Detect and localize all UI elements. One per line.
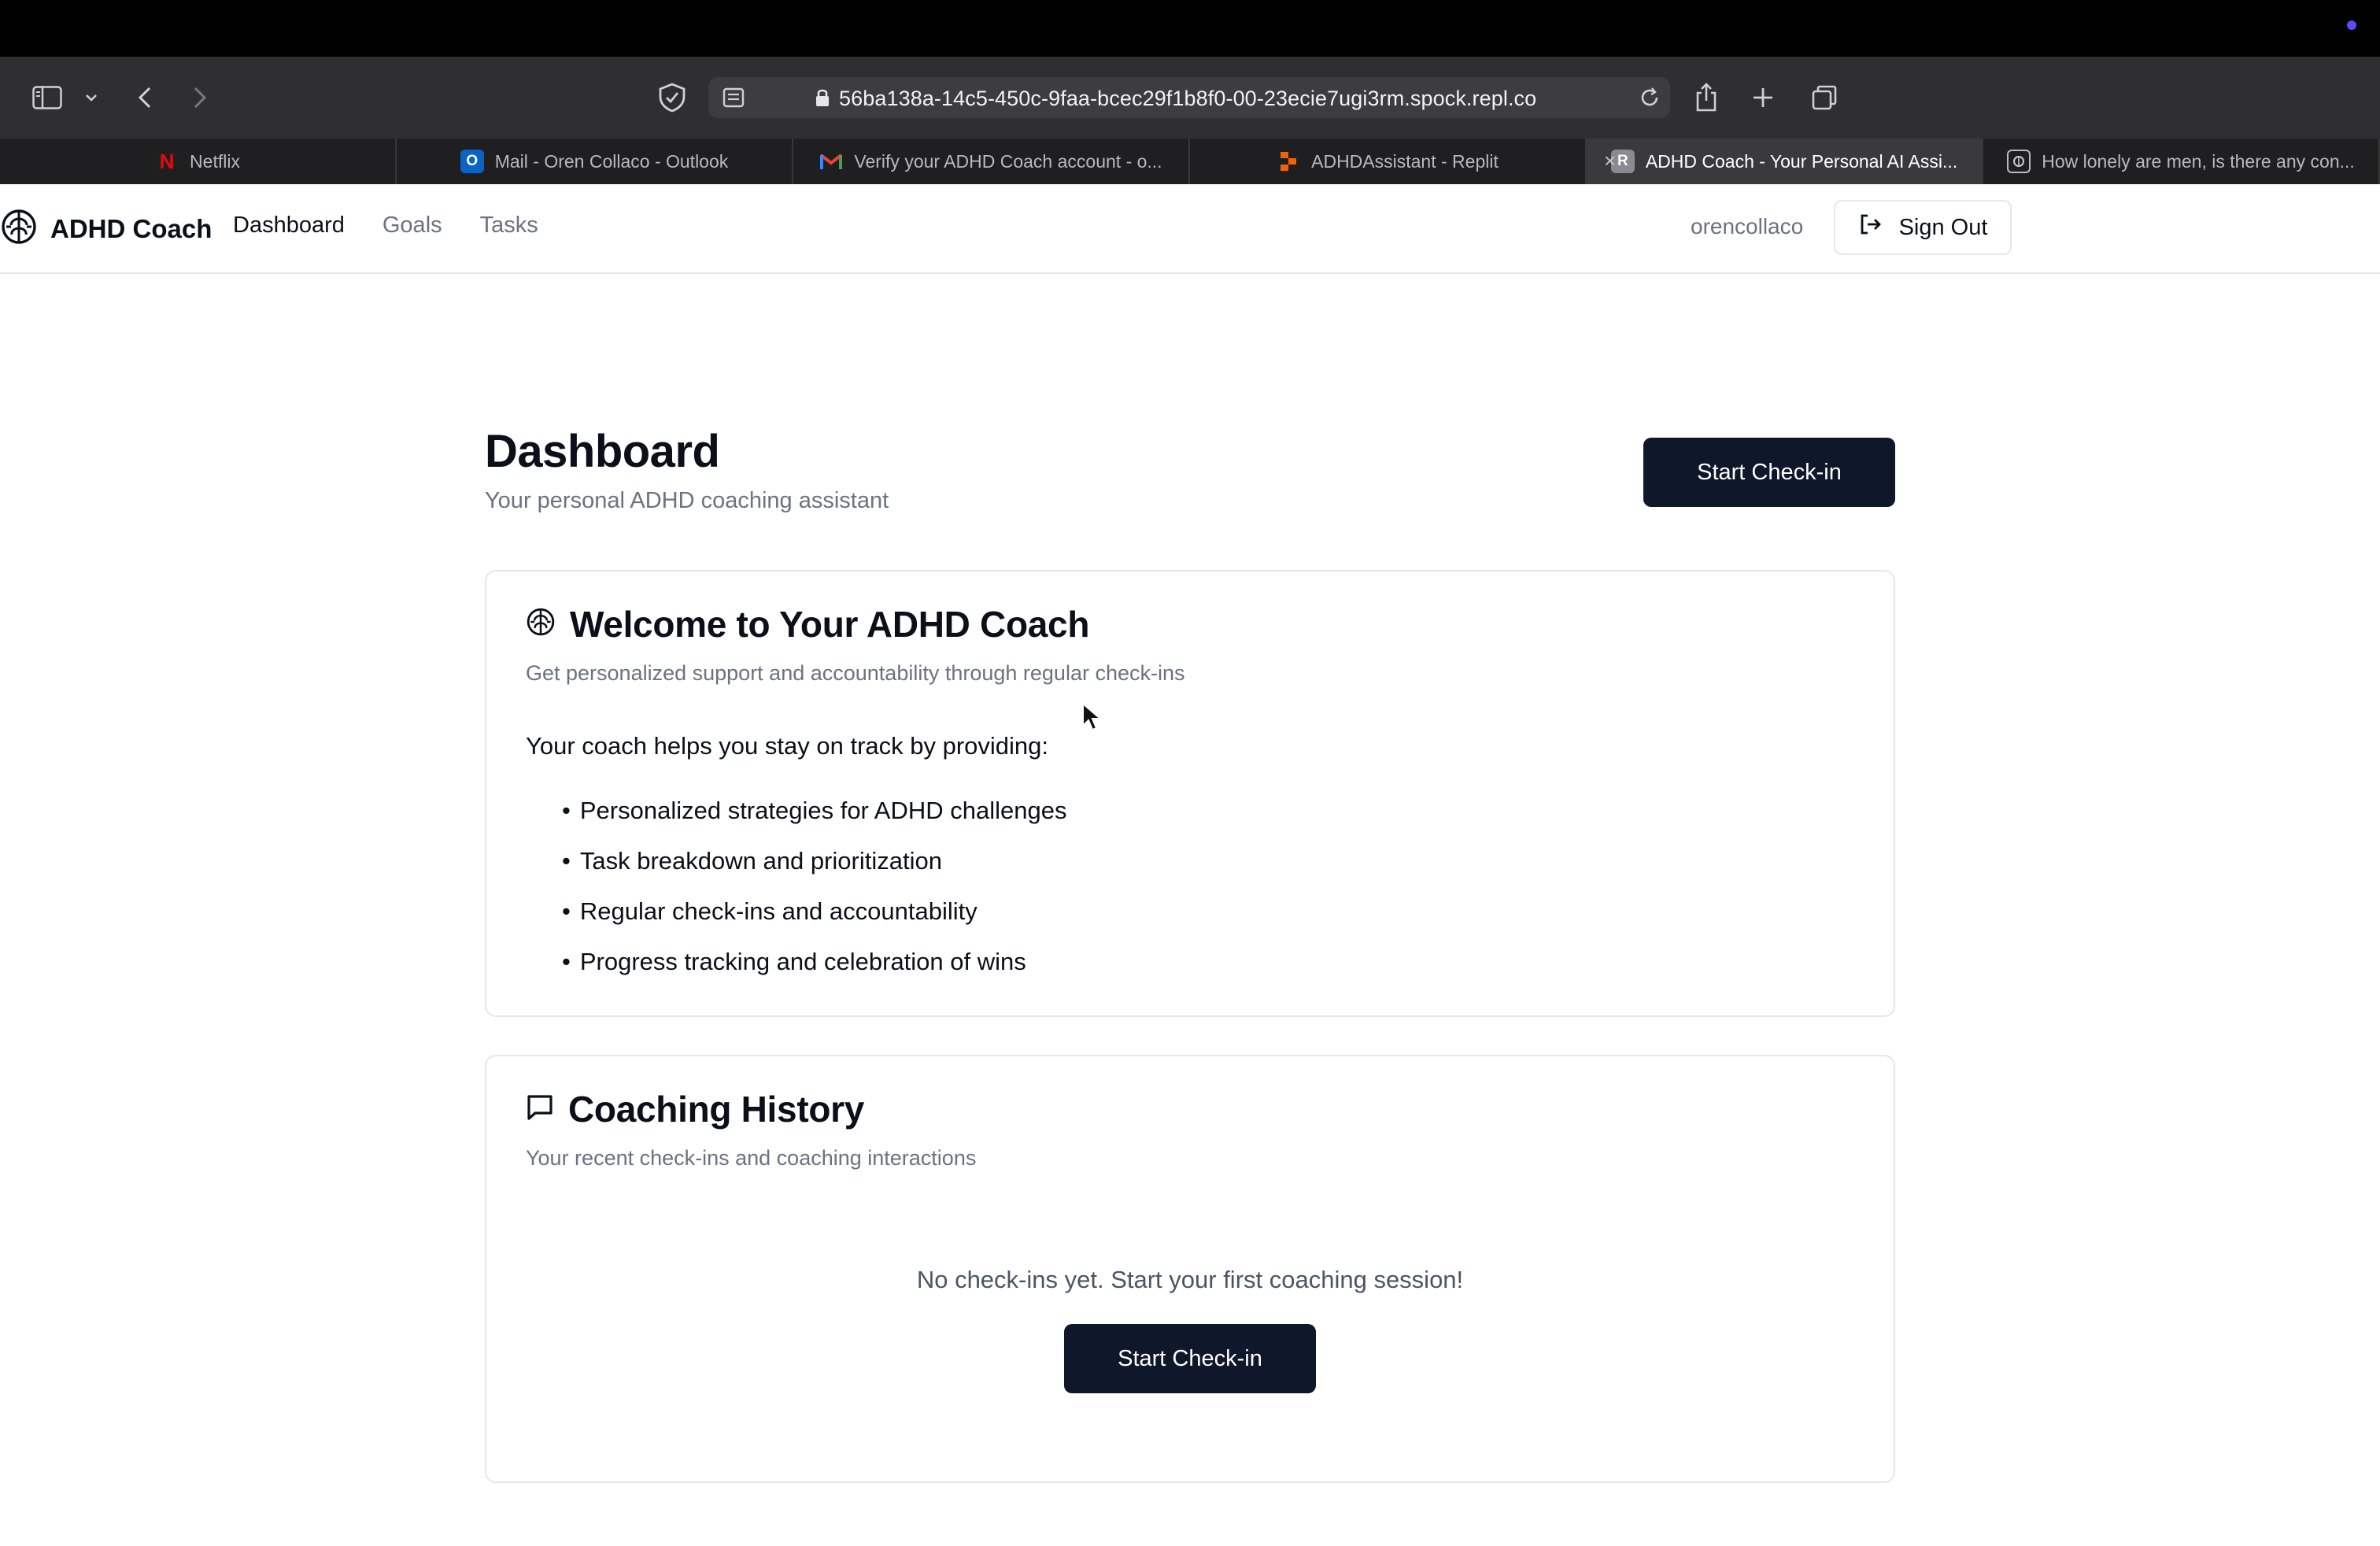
welcome-intro: Your coach helps you stay on track by pr… [526, 732, 1049, 760]
tab-outlook[interactable]: O Mail - Oren Collaco - Outlook [397, 139, 793, 184]
reload-icon[interactable] [1632, 80, 1667, 115]
nav-dashboard[interactable]: Dashboard [233, 213, 345, 239]
welcome-card: Welcome to Your ADHD Coach Get personali… [485, 570, 1895, 1017]
nav-tasks[interactable]: Tasks [480, 213, 538, 239]
history-card-title: Coaching History [526, 1088, 864, 1130]
replit-icon [1277, 150, 1300, 173]
welcome-title-text: Welcome to Your ADHD Coach [570, 604, 1090, 645]
netflix-icon: N [155, 150, 179, 173]
address-bar[interactable]: 56ba138a-14c5-450c-9faa-bcec29f1b8f0-00-… [708, 77, 1670, 118]
empty-state-message: No check-ins yet. Start your first coach… [916, 1266, 1464, 1293]
mouse-cursor-icon [1081, 701, 1103, 736]
page-subtitle: Your personal ADHD coaching assistant [485, 488, 889, 513]
list-item: Personalized strategies for ADHD challen… [562, 786, 1067, 836]
history-card-description: Your recent check-ins and coaching inter… [526, 1146, 977, 1170]
brand[interactable]: ADHD Coach [0, 208, 212, 250]
brand-name: ADHD Coach [50, 213, 213, 243]
forward-icon[interactable] [183, 80, 217, 115]
tab-overview-icon[interactable] [1807, 80, 1842, 115]
new-tab-icon[interactable] [1746, 80, 1780, 115]
tab-bar: N Netflix O Mail - Oren Collaco - Outloo… [0, 139, 2380, 184]
page-title: Dashboard [485, 426, 720, 477]
tab-adhd-coach[interactable]: × R ADHD Coach - Your Personal AI Assi..… [1587, 139, 1983, 184]
feature-list: Personalized strategies for ADHD challen… [562, 786, 1067, 987]
tab-label: Netflix [190, 150, 240, 172]
close-tab-icon[interactable]: × [1604, 149, 1616, 173]
username: orencollaco [1691, 214, 1804, 239]
outlook-icon: O [460, 150, 484, 173]
list-item: Progress tracking and celebration of win… [562, 937, 1066, 987]
tab-article[interactable]: How lonely are men, is there any con... [1983, 139, 2380, 184]
gmail-icon [819, 150, 843, 173]
start-checkin-button[interactable]: Start Check-in [1643, 438, 1895, 507]
chevron-down-icon[interactable] [76, 80, 107, 115]
message-square-icon [526, 1088, 554, 1130]
sign-out-label: Sign Out [1898, 214, 1988, 240]
back-icon[interactable] [128, 80, 162, 115]
start-checkin-button-secondary[interactable]: Start Check-in [1064, 1324, 1316, 1393]
tab-replit[interactable]: ADHDAssistant - Replit [1190, 139, 1587, 184]
page-settings-icon[interactable] [716, 80, 751, 115]
tab-gmail[interactable]: Verify your ADHD Coach account - o... [793, 139, 1190, 184]
welcome-card-description: Get personalized support and accountabil… [526, 661, 1185, 685]
status-dot-icon [2347, 20, 2356, 30]
sign-out-icon [1858, 213, 1882, 242]
list-item: Regular check-ins and accountability [562, 886, 1066, 937]
lock-icon [811, 80, 834, 115]
privacy-shield-icon[interactable] [655, 80, 689, 115]
nav-goals[interactable]: Goals [382, 213, 442, 239]
share-icon[interactable] [1689, 80, 1724, 115]
url-text: 56ba138a-14c5-450c-9faa-bcec29f1b8f0-00-… [839, 87, 1537, 110]
welcome-card-title: Welcome to Your ADHD Coach [526, 603, 1089, 645]
list-item: Task breakdown and prioritization [562, 836, 1066, 886]
coaching-history-card: Coaching History Your recent check-ins a… [485, 1055, 1895, 1483]
history-title-text: Coaching History [568, 1089, 865, 1130]
sign-out-button[interactable]: Sign Out [1834, 200, 2012, 255]
brain-icon [526, 603, 556, 645]
tab-label: Verify your ADHD Coach account - o... [854, 150, 1162, 172]
sidebar-toggle-icon[interactable] [30, 80, 65, 115]
browser-toolbar: 56ba138a-14c5-450c-9faa-bcec29f1b8f0-00-… [0, 57, 2380, 139]
system-menu-bar [0, 0, 2380, 57]
tab-label: ADHDAssistant - Replit [1311, 150, 1499, 172]
site-icon [2007, 150, 2031, 173]
tab-label: Mail - Oren Collaco - Outlook [494, 150, 729, 172]
brain-icon [0, 208, 38, 250]
tab-netflix[interactable]: N Netflix [0, 139, 397, 184]
app-header: ADHD Coach Dashboard Goals Tasks orencol… [0, 184, 2380, 274]
tab-label: ADHD Coach - Your Personal AI Assi... [1645, 150, 1958, 172]
main-nav: Dashboard Goals Tasks [233, 213, 538, 239]
tab-label: How lonely are men, is there any con... [2042, 150, 2355, 172]
